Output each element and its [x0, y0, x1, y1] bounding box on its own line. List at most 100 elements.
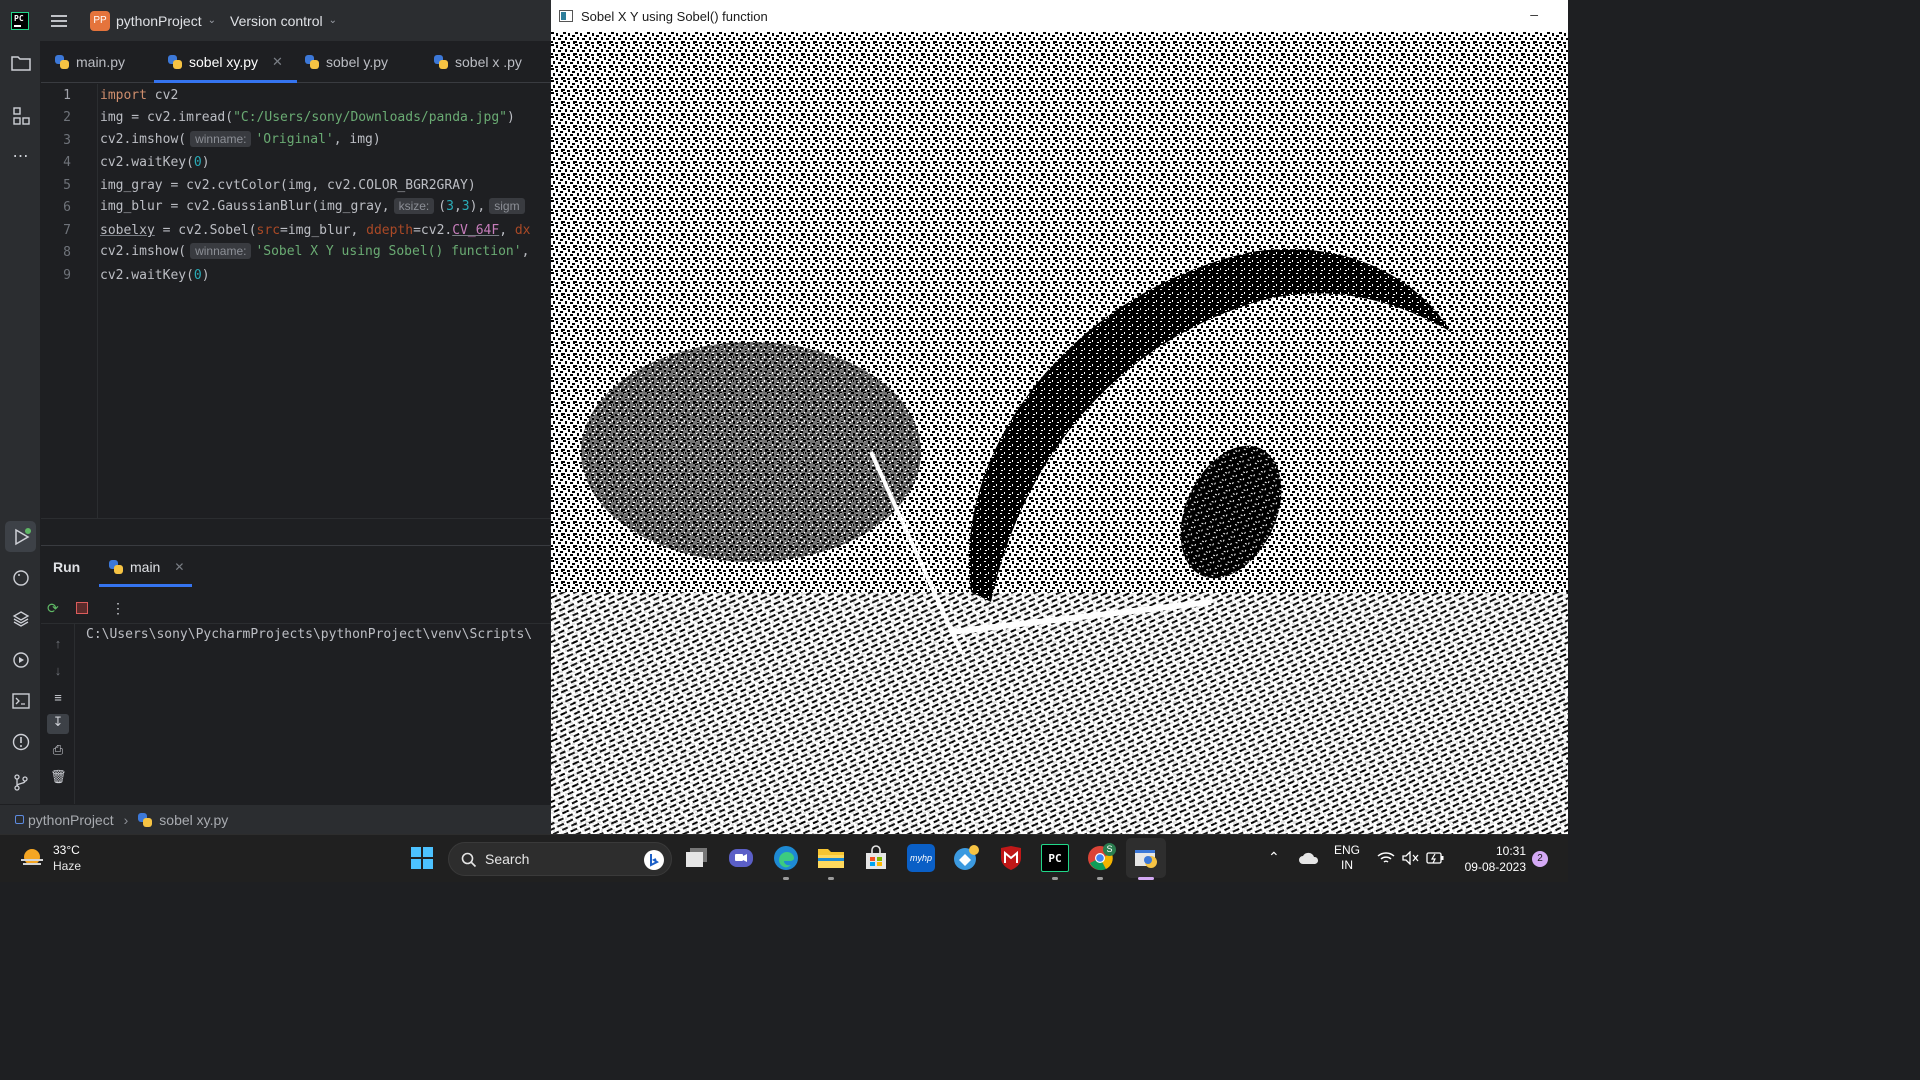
services-icon[interactable] [10, 649, 31, 670]
pycharm-python-tool-icon[interactable] [952, 844, 980, 872]
clock[interactable]: 10:31 09-08-2023 [1460, 843, 1526, 891]
chevron-right-icon: › [123, 811, 129, 828]
problems-icon[interactable] [10, 731, 31, 752]
tab-sobel-x-py[interactable]: sobel x .py [434, 41, 522, 83]
chevron-down-icon[interactable]: ⌄ [329, 15, 337, 26]
arrow-down-icon[interactable]: ↓ [50, 663, 66, 679]
line-number: 6 [63, 200, 71, 215]
breadcrumb-project[interactable]: pythonProject [28, 812, 114, 828]
microsoft-store-icon[interactable] [862, 844, 890, 872]
weather-condition: Haze [53, 859, 82, 873]
run-tool-window: Run main ✕ ⟳ ⋮ ↑ ↓ ≡ ↧ ⎙ 🗑 C:\Users\sony… [41, 545, 551, 805]
task-view-icon[interactable] [683, 844, 711, 872]
more-tools-icon[interactable]: ⋯ [10, 145, 31, 166]
soft-wrap-icon[interactable]: ≡ [50, 690, 66, 706]
code-editor[interactable]: 1 2 3 4 5 6 7 8 9 import cv2 img = cv2.i… [41, 84, 551, 518]
rerun-icon[interactable]: ⟳ [47, 600, 59, 617]
running-indicator [1052, 877, 1058, 880]
more-options-icon[interactable]: ⋮ [111, 600, 125, 617]
sobel-edge-image [551, 32, 1568, 834]
project-icon [15, 815, 24, 824]
terminal-icon[interactable] [10, 690, 31, 711]
image-window-title-bar[interactable]: Sobel X Y using Sobel() function – [551, 0, 1568, 32]
run-toolbar: ⟳ ⋮ [41, 592, 551, 624]
taskbar-search-box[interactable]: Search [448, 842, 672, 876]
structure-icon[interactable] [10, 105, 31, 126]
version-control-menu[interactable]: Version control [230, 13, 323, 29]
line-number: 4 [63, 155, 71, 170]
breadcrumb-file[interactable]: sobel xy.py [159, 812, 228, 828]
stop-icon[interactable] [76, 602, 88, 614]
python-app-active-icon[interactable] [1126, 838, 1166, 878]
pycharm-logo-icon[interactable]: PC [11, 11, 29, 30]
edge-browser-icon[interactable] [772, 844, 800, 872]
code-line-8: cv2.imshow(winname: 'Sobel X Y using Sobe… [100, 243, 530, 259]
python-console-icon[interactable] [10, 567, 31, 588]
code-line-1: import cv2 [100, 88, 179, 103]
code-line-3: cv2.imshow(winname: 'Original', img) [100, 131, 381, 147]
project-badge[interactable]: PP [90, 10, 110, 31]
status-bar: pythonProject › sobel xy.py [0, 804, 551, 834]
chevron-down-icon[interactable]: ⌄ [208, 15, 216, 26]
console-output[interactable]: C:\Users\sony\PycharmProjects\pythonProj… [86, 627, 532, 642]
mcafee-icon[interactable] [997, 844, 1025, 872]
code-line-5: img_gray = cv2.cvtColor(img, cv2.COLOR_B… [100, 178, 476, 193]
python-file-icon [138, 812, 153, 827]
python-file-icon [305, 55, 319, 69]
arrow-up-icon[interactable]: ↑ [50, 636, 66, 652]
run-panel-title: Run [53, 559, 81, 575]
pycharm-window: PC PP pythonProject ⌄ Version control ⌄ … [0, 0, 551, 834]
weather-widget[interactable]: 33°C Haze [19, 843, 139, 875]
python-file-icon [55, 55, 69, 69]
chrome-profile-badge: S [1103, 843, 1116, 856]
main-menu-icon[interactable] [51, 14, 67, 27]
tab-sobel-xy-py[interactable]: sobel xy.py ✕ [154, 41, 297, 83]
python-packages-icon[interactable] [10, 608, 31, 629]
project-switcher[interactable]: pythonProject [116, 13, 202, 29]
windows-taskbar: 33°C Haze Search myhp PC S ⌃ ENG IN 10:3… [0, 834, 1568, 882]
scroll-to-end-icon[interactable]: ↧ [47, 714, 69, 734]
inlay-hint: ksize: [393, 198, 435, 214]
git-icon[interactable] [10, 771, 31, 792]
notification-badge[interactable]: 2 [1532, 851, 1548, 867]
line-number: 1 [63, 88, 71, 103]
line-number: 2 [63, 110, 71, 125]
tab-sobel-y-py[interactable]: sobel y.py [305, 41, 388, 83]
print-icon[interactable]: ⎙ [50, 742, 66, 758]
editor-bottom-strip [41, 518, 551, 545]
bing-icon [644, 850, 664, 870]
run-tab-main[interactable]: main ✕ [109, 559, 184, 575]
minimize-button[interactable]: – [1530, 6, 1538, 22]
python-file-icon [109, 560, 123, 574]
code-line-9: cv2.waitKey(0) [100, 268, 210, 283]
pycharm-taskbar-icon[interactable]: PC [1041, 844, 1069, 872]
close-icon[interactable]: ✕ [174, 560, 184, 574]
running-indicator [783, 877, 789, 880]
python-file-icon [168, 55, 182, 69]
search-label: Search [485, 851, 530, 867]
run-icon[interactable] [5, 521, 36, 552]
editor-tabs: main.py sobel xy.py ✕ sobel y.py sobel x… [41, 41, 551, 83]
myhp-app-icon[interactable]: myhp [907, 844, 935, 872]
folder-icon[interactable] [10, 52, 31, 73]
inlay-hint: sigm [489, 198, 525, 214]
opencv-image-window: Sobel X Y using Sobel() function – [551, 0, 1568, 834]
language-indicator[interactable]: ENG IN [1334, 843, 1360, 891]
trash-icon[interactable]: 🗑 [50, 769, 67, 785]
teams-chat-icon[interactable] [727, 844, 755, 872]
ide-title-bar: PC PP pythonProject ⌄ Version control ⌄ [0, 0, 551, 41]
line-number: 5 [63, 178, 71, 193]
battery-icon [1426, 852, 1444, 864]
windows-start-icon[interactable] [408, 844, 436, 872]
line-gutter: 1 2 3 4 5 6 7 8 9 [41, 84, 98, 518]
wifi-icon [1377, 852, 1395, 863]
close-icon[interactable]: ✕ [272, 54, 283, 70]
file-explorer-icon[interactable] [817, 844, 845, 872]
app-window-icon [559, 10, 573, 22]
line-number: 7 [63, 223, 71, 238]
code-line-4: cv2.waitKey(0) [100, 155, 210, 170]
python-file-icon [434, 55, 448, 69]
tab-main-py[interactable]: main.py [55, 41, 125, 83]
chevron-up-icon[interactable]: ⌃ [1268, 849, 1280, 897]
line-number: 3 [63, 133, 71, 148]
